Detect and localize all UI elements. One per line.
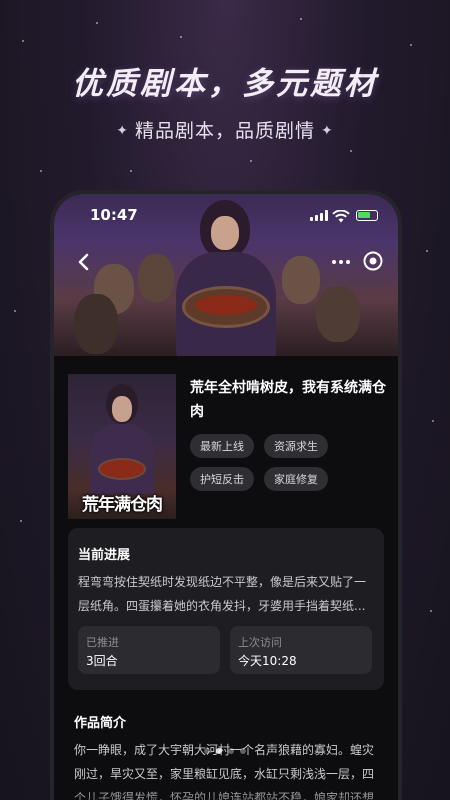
page-dot-active — [216, 748, 222, 754]
tag-survival[interactable]: 资源求生 — [264, 434, 328, 458]
status-bar: 10:47 — [54, 206, 398, 228]
last-visit-label: 上次访问 — [238, 636, 282, 649]
promo-subtitle: ✦ 精品剧本，品质剧情 ✦ — [0, 116, 450, 143]
page-indicator — [0, 748, 450, 754]
target-icon[interactable] — [362, 250, 384, 272]
last-visit-box: 上次访问 今天10:28 — [230, 626, 372, 674]
hero-banner-image: 10:47 — [54, 194, 398, 356]
phone-mockup: 10:47 荒年满仓肉 荒年全村啃树皮，我有系统满仓肉 最新上线 资源求生 护短… — [50, 190, 402, 800]
page-dot — [204, 748, 210, 754]
progress-title: 当前进展 — [78, 548, 131, 563]
pushed-value: 3回合 — [86, 654, 118, 668]
book-title: 荒年全村啃树皮，我有系统满仓肉 — [190, 380, 386, 420]
book-info: 荒年满仓肉 荒年全村啃树皮，我有系统满仓肉 最新上线 资源求生 护短反击 家庭修… — [68, 374, 388, 519]
promo-subtitle-text: 精品剧本，品质剧情 — [134, 120, 315, 142]
promo-title: 优质剧本，多元题材 — [72, 66, 378, 102]
progress-card[interactable]: 当前进展 程弯弯按住契纸时发现纸边不平整，像是后来又贴了一层纸角。四蛋攥着她的衣… — [68, 528, 384, 690]
page-dot — [228, 748, 234, 754]
tag-protect[interactable]: 护短反击 — [190, 467, 254, 491]
tag-list: 最新上线 资源求生 护短反击 家庭修复 — [190, 434, 390, 491]
pushed-rounds-box: 已推进 3回合 — [78, 626, 220, 674]
back-chevron-icon — [78, 253, 89, 271]
last-visit-value: 今天10:28 — [238, 654, 297, 668]
more-dots-icon[interactable] — [328, 251, 354, 273]
sparkle-icon: ✦ — [321, 123, 334, 139]
book-cover[interactable]: 荒年满仓肉 — [68, 374, 176, 519]
bottom-fade — [54, 784, 398, 800]
battery-charging-icon — [356, 210, 378, 221]
signal-icon — [310, 210, 328, 221]
wifi-icon — [332, 208, 350, 227]
pushed-label: 已推进 — [86, 636, 119, 649]
status-time: 10:47 — [90, 206, 138, 224]
progress-text: 程弯弯按住契纸时发现纸边不平整，像是后来又贴了一层纸角。四蛋攥着她的衣角发抖，牙… — [78, 575, 367, 613]
sparkle-icon: ✦ — [116, 123, 129, 139]
meat-bowl-image — [182, 286, 270, 328]
tag-latest[interactable]: 最新上线 — [190, 434, 254, 458]
cover-title-art: 荒年满仓肉 — [82, 495, 163, 515]
page-dot — [240, 748, 246, 754]
intro-title: 作品简介 — [74, 716, 127, 731]
back-button[interactable] — [72, 250, 96, 274]
tag-family[interactable]: 家庭修复 — [264, 467, 328, 491]
